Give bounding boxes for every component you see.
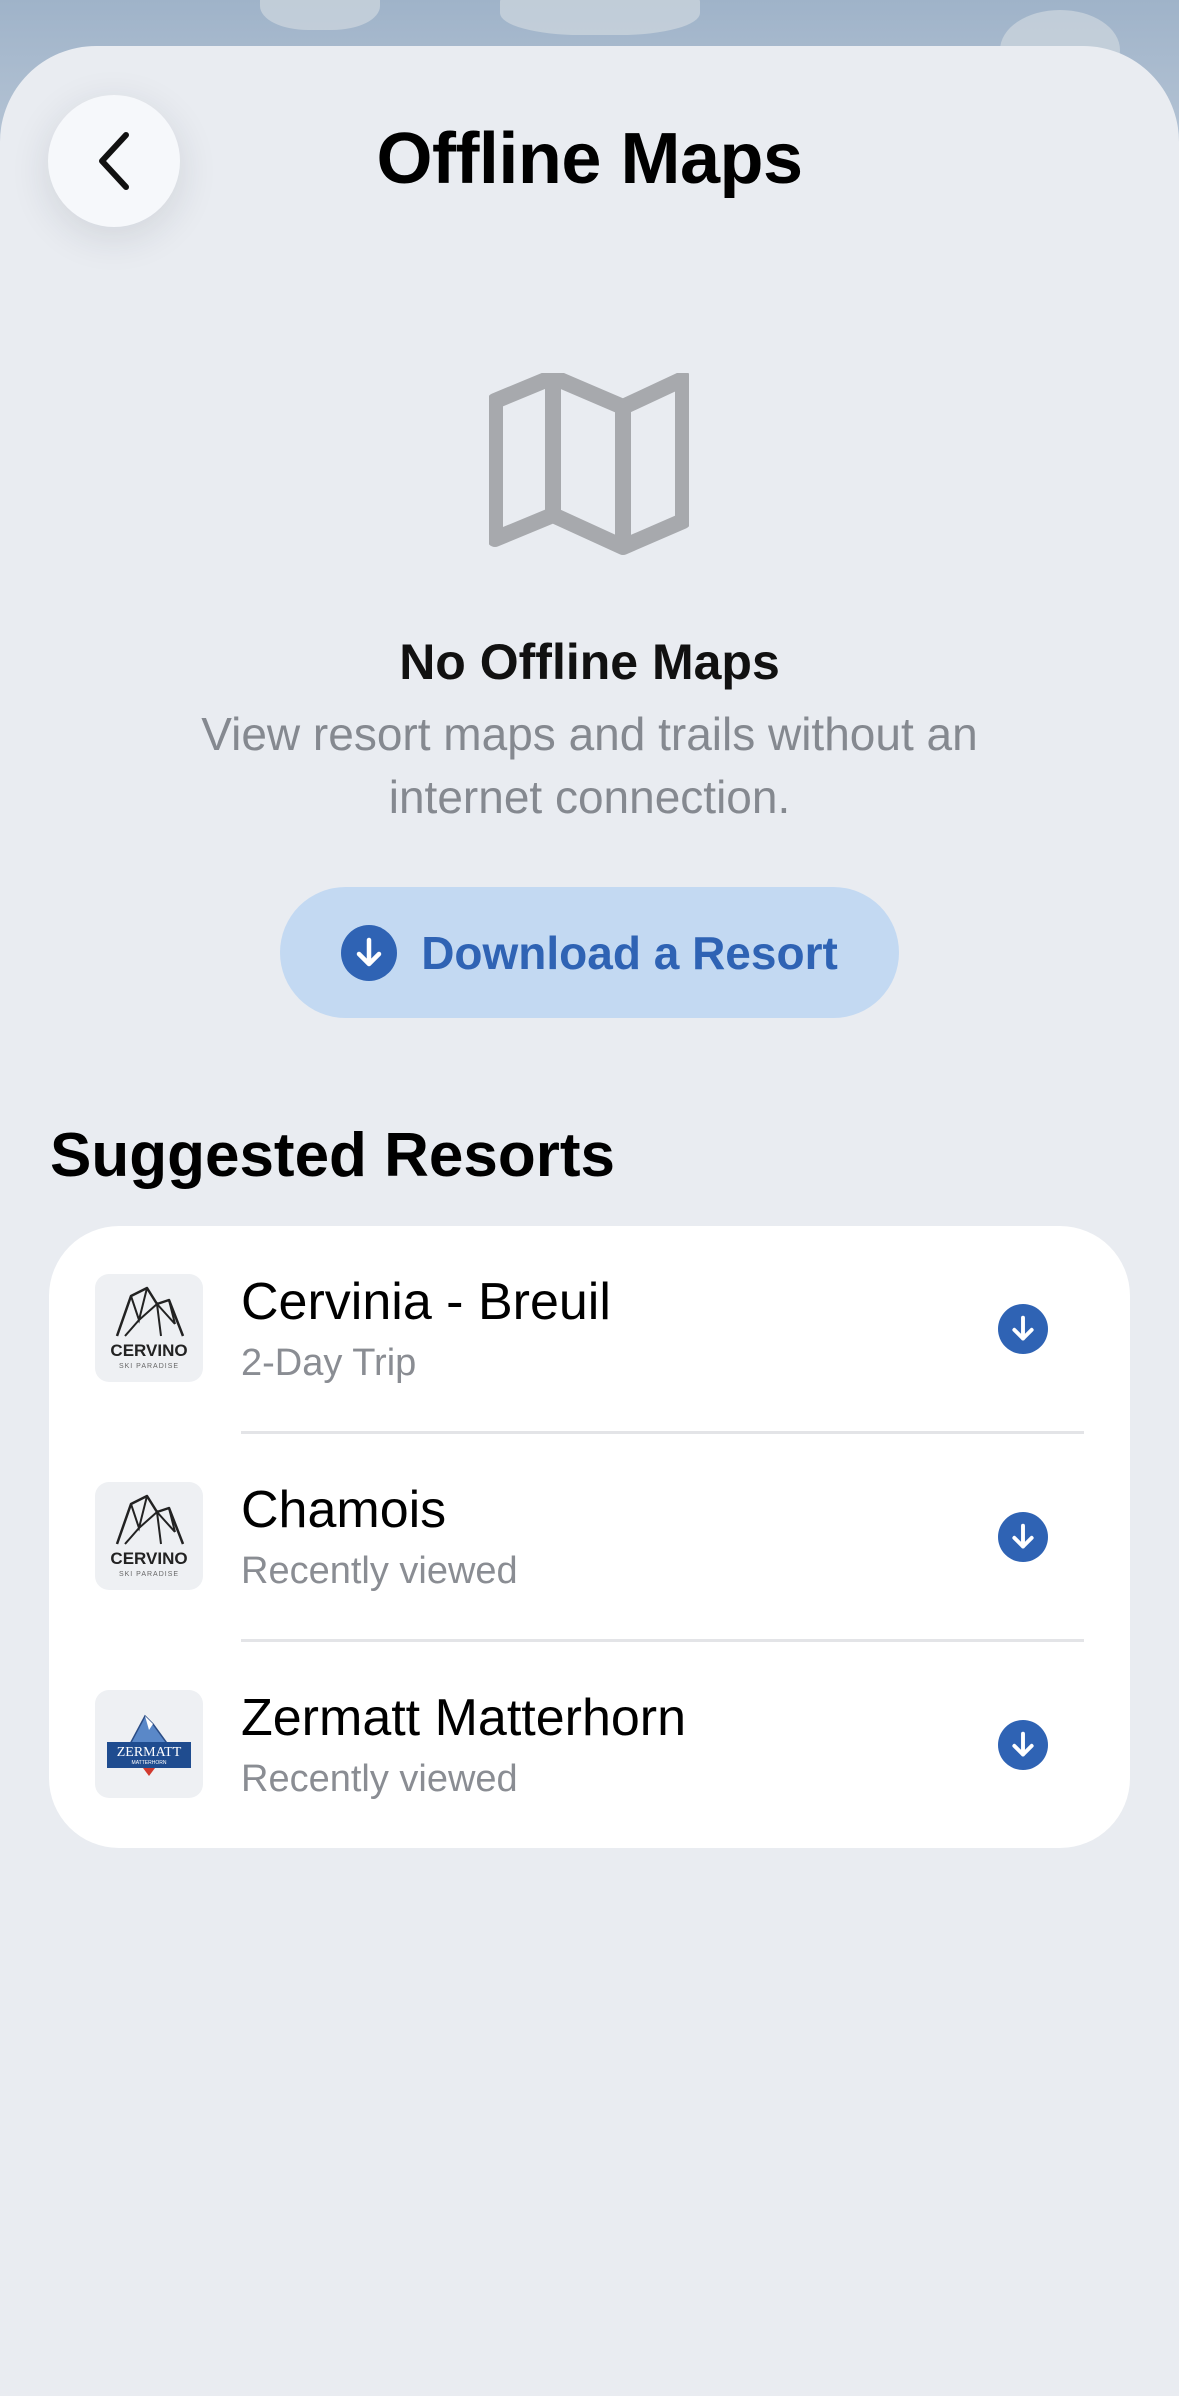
resort-row-cervinia[interactable]: CERVINO SKI PARADISE Cervinia - Breuil 2… xyxy=(49,1226,1130,1433)
map-icon xyxy=(489,373,689,555)
download-resort-button[interactable]: Download a Resort xyxy=(280,887,899,1018)
resort-name: Cervinia - Breuil xyxy=(241,1273,611,1331)
empty-state-subtitle: View resort maps and trails without an i… xyxy=(201,708,978,823)
download-circle-icon[interactable] xyxy=(998,1720,1048,1770)
cervino-logo: CERVINO SKI PARADISE xyxy=(95,1274,203,1382)
empty-state-title: No Offline Maps xyxy=(399,634,780,690)
suggested-resorts-title: Suggested Resorts xyxy=(50,1121,616,1190)
resort-subtitle: Recently viewed xyxy=(241,1550,518,1592)
resort-name: Zermatt Matterhorn xyxy=(241,1689,687,1747)
download-circle-icon xyxy=(341,924,398,981)
resort-name: Chamois xyxy=(241,1481,447,1539)
download-circle-icon[interactable] xyxy=(998,1512,1048,1562)
page-title: Offline Maps xyxy=(376,119,803,199)
resort-row-zermatt[interactable]: ZERMATT MATTERHORN Zermatt Matterhorn Re… xyxy=(49,1642,1130,1849)
svg-text:SKI PARADISE: SKI PARADISE xyxy=(119,1363,179,1370)
zermatt-logo: ZERMATT MATTERHORN xyxy=(95,1690,203,1798)
download-circle-icon[interactable] xyxy=(998,1304,1048,1354)
svg-text:MATTERHORN: MATTERHORN xyxy=(132,1760,167,1766)
svg-text:ZERMATT: ZERMATT xyxy=(117,1745,182,1760)
cervino-logo: CERVINO SKI PARADISE xyxy=(95,1482,203,1590)
svg-text:SKI PARADISE: SKI PARADISE xyxy=(119,1571,179,1578)
resort-subtitle: 2-Day Trip xyxy=(241,1342,417,1384)
resort-row-chamois[interactable]: CERVINO SKI PARADISE Chamois Recently vi… xyxy=(49,1434,1130,1641)
map-land-shape xyxy=(260,0,380,30)
resort-subtitle: Recently viewed xyxy=(241,1758,518,1800)
suggested-resorts-card: CERVINO SKI PARADISE Cervinia - Breuil 2… xyxy=(49,1226,1130,1848)
map-land-shape xyxy=(500,0,700,35)
svg-text:CERVINO: CERVINO xyxy=(110,1549,187,1568)
download-resort-label: Download a Resort xyxy=(421,926,838,979)
svg-text:CERVINO: CERVINO xyxy=(110,1341,187,1360)
